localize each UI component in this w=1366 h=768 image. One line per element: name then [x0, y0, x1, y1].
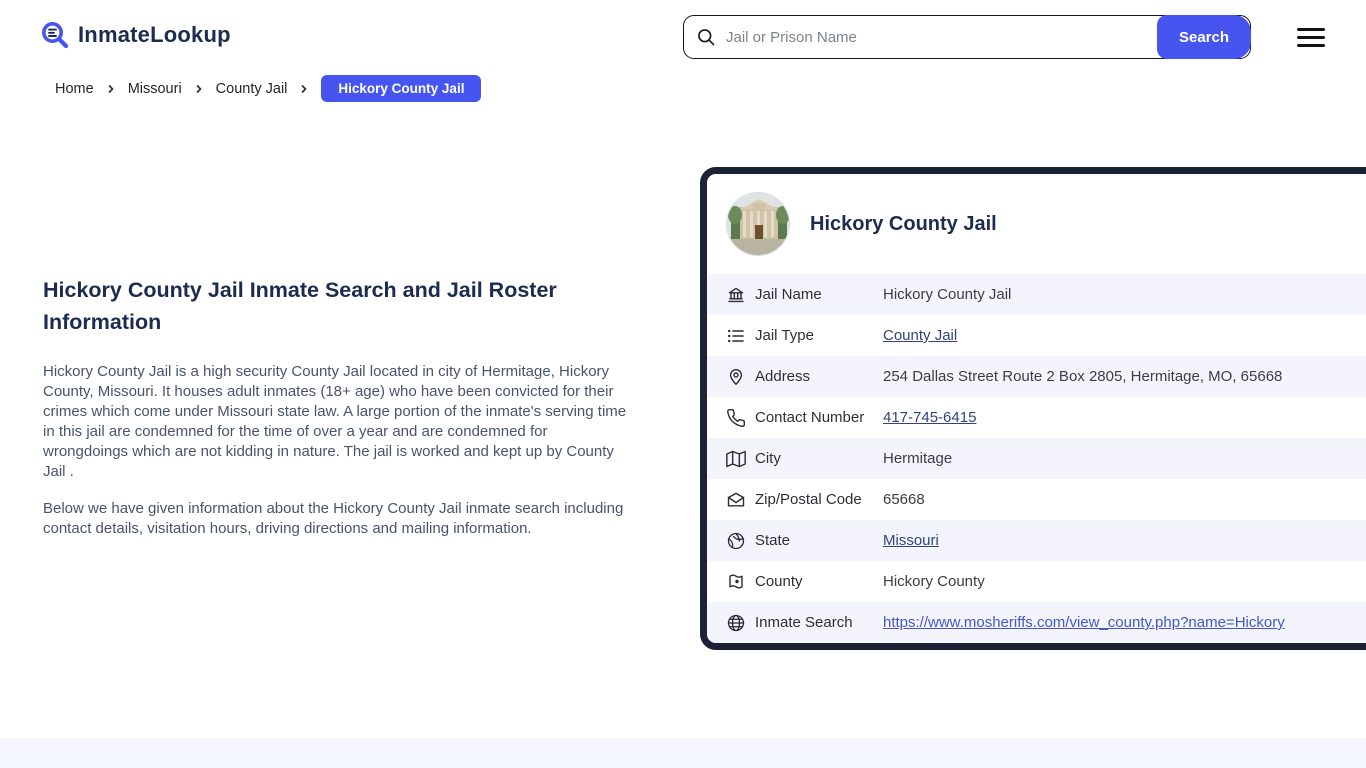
row-value: Hermitage — [883, 450, 953, 467]
chevron-right-icon — [196, 84, 202, 93]
breadcrumb-current-badge: Hickory County Jail — [321, 75, 482, 102]
table-row: Contact Number 417-745-6415 — [707, 397, 1366, 438]
table-row: Inmate Search https://www.mosheriffs.com… — [707, 602, 1366, 643]
jail-info-card: Hickory County Jail Jail Name Hickory Co… — [700, 167, 1366, 650]
breadcrumb: Home Missouri County Jail Hickory County… — [55, 75, 482, 102]
list-icon — [726, 326, 746, 346]
card-header: Hickory County Jail — [707, 174, 1366, 274]
search-button[interactable]: Search — [1157, 15, 1251, 59]
row-value-link[interactable]: County Jail — [883, 327, 957, 344]
web-icon — [726, 613, 746, 633]
row-value: Hickory County — [883, 573, 985, 590]
page: InmateLookup Search Home Missouri County… — [0, 0, 1366, 768]
table-row: County Hickory County — [707, 561, 1366, 602]
table-row: State Missouri — [707, 520, 1366, 561]
article-paragraph: Hickory County Jail is a high security C… — [43, 363, 627, 480]
table-row: Zip/Postal Code 65668 — [707, 479, 1366, 520]
breadcrumb-home[interactable]: Home — [55, 81, 94, 97]
row-label: Inmate Search — [755, 614, 853, 631]
logo[interactable]: InmateLookup — [40, 20, 231, 50]
page-title: Hickory County Jail Inmate Search and Ja… — [43, 278, 557, 334]
chevron-right-icon — [302, 84, 307, 93]
phone-icon — [726, 408, 746, 428]
flag-icon — [726, 572, 746, 592]
footer-strip — [0, 738, 1366, 768]
breadcrumb-county-jail[interactable]: County Jail — [216, 81, 288, 97]
jail-info-table: Jail Name Hickory County Jail Jail Type … — [707, 274, 1366, 643]
row-value: 65668 — [883, 491, 925, 508]
article-paragraph: Below we have given information about th… — [43, 500, 624, 537]
row-label: Jail Type — [755, 327, 814, 344]
chevron-right-icon — [108, 84, 114, 93]
bank-icon — [726, 285, 746, 305]
row-value-link[interactable]: https://www.mosheriffs.com/view_county.p… — [883, 614, 1285, 631]
row-label: County — [755, 573, 803, 590]
jail-photo — [726, 192, 790, 256]
breadcrumb-missouri[interactable]: Missouri — [128, 81, 182, 97]
brand-name: InmateLookup — [78, 22, 231, 47]
table-row: Jail Type County Jail — [707, 315, 1366, 356]
row-value-link[interactable]: Missouri — [883, 532, 939, 549]
row-label: Jail Name — [755, 286, 822, 303]
article: Hickory County Jail Inmate Search and Ja… — [43, 274, 635, 556]
row-value: Hickory County Jail — [883, 286, 1012, 303]
row-label: Address — [755, 368, 811, 385]
table-row: Jail Name Hickory County Jail — [707, 274, 1366, 315]
row-label: Contact Number — [755, 409, 865, 426]
row-label: State — [755, 532, 791, 549]
table-row: City Hermitage — [707, 438, 1366, 479]
row-value: 254 Dallas Street Route 2 Box 2805, Herm… — [883, 368, 1283, 385]
row-label: Zip/Postal Code — [755, 491, 862, 508]
row-label: City — [755, 450, 781, 467]
row-value-link[interactable]: 417-745-6415 — [883, 409, 976, 426]
mail-icon — [726, 490, 746, 510]
map-pin-icon — [726, 367, 746, 387]
search-icon — [698, 29, 715, 46]
map-icon — [726, 449, 746, 469]
table-row: Address 254 Dallas Street Route 2 Box 28… — [707, 356, 1366, 397]
jail-title: Hickory County Jail — [810, 212, 997, 235]
globe-icon — [726, 531, 746, 551]
hamburger-menu-icon[interactable] — [1297, 28, 1325, 47]
search-bar: Search — [683, 15, 1251, 59]
logo-magnifier-icon — [42, 22, 69, 49]
